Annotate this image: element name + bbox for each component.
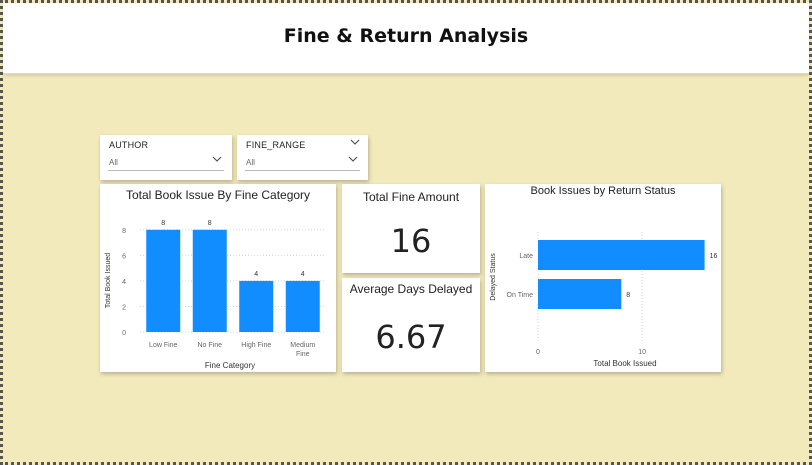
bar xyxy=(538,240,705,270)
data-label: 4 xyxy=(254,271,258,278)
bar xyxy=(239,280,274,332)
bar xyxy=(538,279,622,309)
x-tick-label: High Fine xyxy=(241,342,271,349)
fine-range-slicer-value[interactable]: All xyxy=(246,158,255,167)
y-tick-label: 0 xyxy=(122,330,126,337)
return-status-chart[interactable]: Book Issues by Return Status 0 10 16 Late 8 O… xyxy=(485,184,721,372)
x-tick-label: Medium xyxy=(290,342,315,349)
x-axis-title: Fine Category xyxy=(205,361,255,370)
y-tick-label: Late xyxy=(519,253,533,260)
average-days-delayed-card: Average Days Delayed 6.67 xyxy=(342,278,480,372)
y-axis-title: Total Book Issued xyxy=(105,253,112,308)
author-slicer-underline xyxy=(108,170,224,171)
x-tick-label: Low Fine xyxy=(149,342,178,349)
y-tick-label: 4 xyxy=(122,279,126,286)
fine-category-chart[interactable]: Total Book Issue By Fine Category 024688… xyxy=(100,184,336,372)
bar xyxy=(146,229,181,332)
author-slicer-label: AUTHOR xyxy=(109,140,149,150)
data-label: 16 xyxy=(710,253,718,260)
total-fine-amount-card: Total Fine Amount 16 xyxy=(342,184,480,273)
fine-range-slicer[interactable]: FINE_RANGE All xyxy=(237,135,368,180)
author-slicer[interactable]: AUTHOR All xyxy=(100,135,232,180)
bar xyxy=(192,229,227,332)
chevron-down-icon[interactable] xyxy=(350,138,360,148)
page-header: Fine & Return Analysis xyxy=(3,3,809,74)
data-label: 8 xyxy=(208,220,212,227)
y-tick-label: 8 xyxy=(122,228,126,235)
author-slicer-value[interactable]: All xyxy=(109,158,118,167)
page-title: Fine & Return Analysis xyxy=(283,25,529,47)
fine-category-chart-plot: 0 2 4 6 8 8 Low Fine 8 No Fine 4 High Fine 4 Medium F… xyxy=(105,220,326,370)
total-fine-amount-value: 16 xyxy=(390,222,432,260)
y-tick-label: 2 xyxy=(122,304,126,311)
x-axis-title: Total Book Issued xyxy=(593,359,656,368)
x-tick-label: 10 xyxy=(638,349,646,356)
bar xyxy=(285,280,320,332)
return-status-chart-plot: 0 10 16 Late 8 On Time Total Book Issued Delaye… xyxy=(490,232,718,368)
x-tick-label: 0 xyxy=(536,349,540,356)
fine-range-slicer-underline xyxy=(245,170,360,171)
fine-range-slicer-label: FINE_RANGE xyxy=(246,140,306,150)
average-days-delayed-value: 6.67 xyxy=(375,318,447,356)
y-tick-label: 6 xyxy=(122,253,126,260)
total-fine-amount-title: Total Fine Amount xyxy=(362,190,460,204)
data-label: 8 xyxy=(161,220,165,227)
x-tick-label: No Fine xyxy=(197,342,222,349)
y-axis-title: Delayed Status xyxy=(490,253,497,301)
chevron-down-icon[interactable] xyxy=(348,155,358,165)
y-tick-label: On Time xyxy=(507,292,534,299)
chevron-down-icon[interactable] xyxy=(212,155,222,165)
data-label: 4 xyxy=(301,271,305,278)
average-days-delayed-title: Average Days Delayed xyxy=(349,282,473,296)
x-tick-label: Fine xyxy=(296,351,310,358)
data-label: 8 xyxy=(626,292,630,299)
